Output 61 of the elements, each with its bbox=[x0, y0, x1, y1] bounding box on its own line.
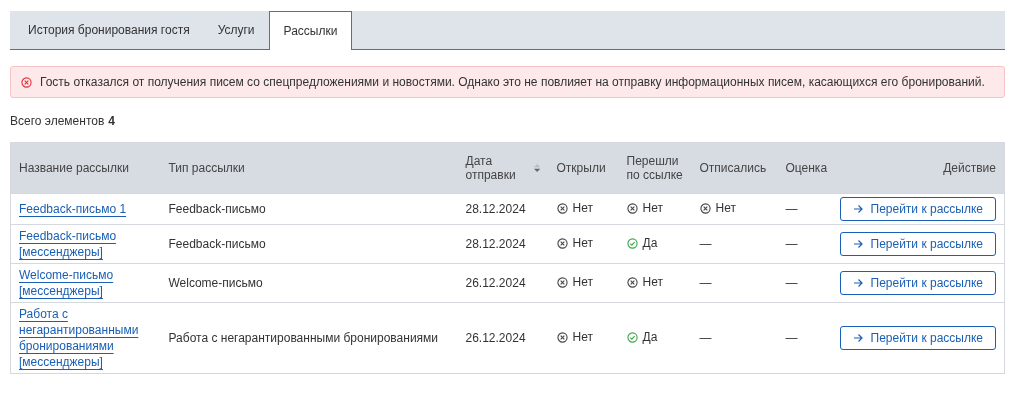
table-cell: Работа с негарантированными бронированиями bbox=[168, 331, 439, 345]
status-text: Нет bbox=[572, 274, 593, 291]
arrow-right-icon bbox=[852, 204, 863, 214]
column-header: Дата отправки bbox=[465, 154, 517, 182]
status-text: Нет bbox=[642, 274, 663, 291]
column-header: Отписались bbox=[699, 161, 767, 175]
cross-circle-icon bbox=[556, 276, 568, 288]
mailing-link[interactable]: Работа с негарантированными бронированиями [мессенджеры] bbox=[19, 306, 153, 370]
empty-dash: — bbox=[699, 237, 712, 251]
cross-circle-icon bbox=[699, 202, 711, 214]
status-text: Нет bbox=[715, 200, 736, 217]
status-text: Нет bbox=[642, 200, 663, 217]
status-text: Нет bbox=[572, 235, 593, 252]
open-mailing-button[interactable]: Перейти к рассылке bbox=[839, 326, 996, 350]
cross-circle-icon bbox=[626, 276, 638, 288]
cross-circle-icon bbox=[626, 202, 638, 214]
arrow-right-icon bbox=[852, 333, 863, 343]
empty-dash: — bbox=[785, 237, 798, 251]
status-text: Да bbox=[642, 235, 658, 252]
check-circle-icon bbox=[626, 237, 638, 249]
open-mailing-button[interactable]: Перейти к рассылке bbox=[839, 197, 996, 221]
cross-circle-icon bbox=[556, 202, 568, 214]
mailing-link[interactable]: Feedback-письмо 1 bbox=[19, 201, 127, 217]
empty-dash: — bbox=[699, 331, 712, 345]
cross-circle-icon bbox=[556, 331, 568, 343]
empty-dash: — bbox=[699, 276, 712, 290]
empty-dash: — bbox=[785, 331, 798, 345]
alert-text: Гость отказался от получения писем со спецпредложениями и новостями. Однако это не повлияет на отправку информационных писем, касающихся его бронирований. bbox=[40, 75, 985, 89]
arrow-right-icon bbox=[852, 278, 863, 288]
table-cell: 28.12.2024 bbox=[465, 202, 526, 216]
mailing-link[interactable]: Welcome-письмо [мессенджеры] bbox=[19, 267, 153, 299]
status-text: Нет bbox=[572, 329, 593, 346]
total-count: 4 bbox=[108, 114, 115, 128]
open-mailing-button[interactable]: Перейти к рассылке bbox=[839, 271, 996, 295]
open-mailing-button[interactable]: Перейти к рассылке bbox=[839, 232, 996, 256]
arrow-right-icon bbox=[852, 239, 863, 249]
table-cell: 26.12.2024 bbox=[465, 276, 526, 290]
column-header: Оценка bbox=[785, 161, 828, 175]
column-header: Название рассылки bbox=[19, 161, 129, 175]
table-cell: Feedback-письмо bbox=[168, 237, 266, 251]
column-header: Открыли bbox=[556, 161, 606, 175]
cross-circle-icon bbox=[21, 76, 32, 88]
sort-icon[interactable] bbox=[534, 162, 541, 174]
empty-dash: — bbox=[785, 202, 798, 216]
table-cell: 26.12.2024 bbox=[465, 331, 526, 345]
check-circle-icon bbox=[626, 331, 638, 343]
tab[interactable]: Услуги bbox=[203, 11, 269, 49]
tab[interactable]: История бронирования гостя bbox=[14, 11, 204, 49]
table-cell: Welcome-письмо bbox=[168, 276, 263, 290]
total-label: Всего элементов bbox=[10, 114, 105, 128]
status-text: Нет bbox=[572, 200, 593, 217]
status-text: Да bbox=[642, 329, 658, 346]
column-header: Тип рассылки bbox=[168, 161, 245, 175]
mailing-link[interactable]: Feedback-письмо [мессенджеры] bbox=[19, 228, 153, 260]
column-header: Действие bbox=[943, 161, 996, 175]
tab[interactable]: Рассылки bbox=[268, 11, 353, 50]
cross-circle-icon bbox=[556, 237, 568, 249]
table-cell: 28.12.2024 bbox=[465, 237, 526, 251]
column-header: Перешли по ссылке bbox=[626, 154, 684, 182]
empty-dash: — bbox=[785, 276, 798, 290]
table-cell: Feedback-письмо bbox=[168, 202, 266, 216]
